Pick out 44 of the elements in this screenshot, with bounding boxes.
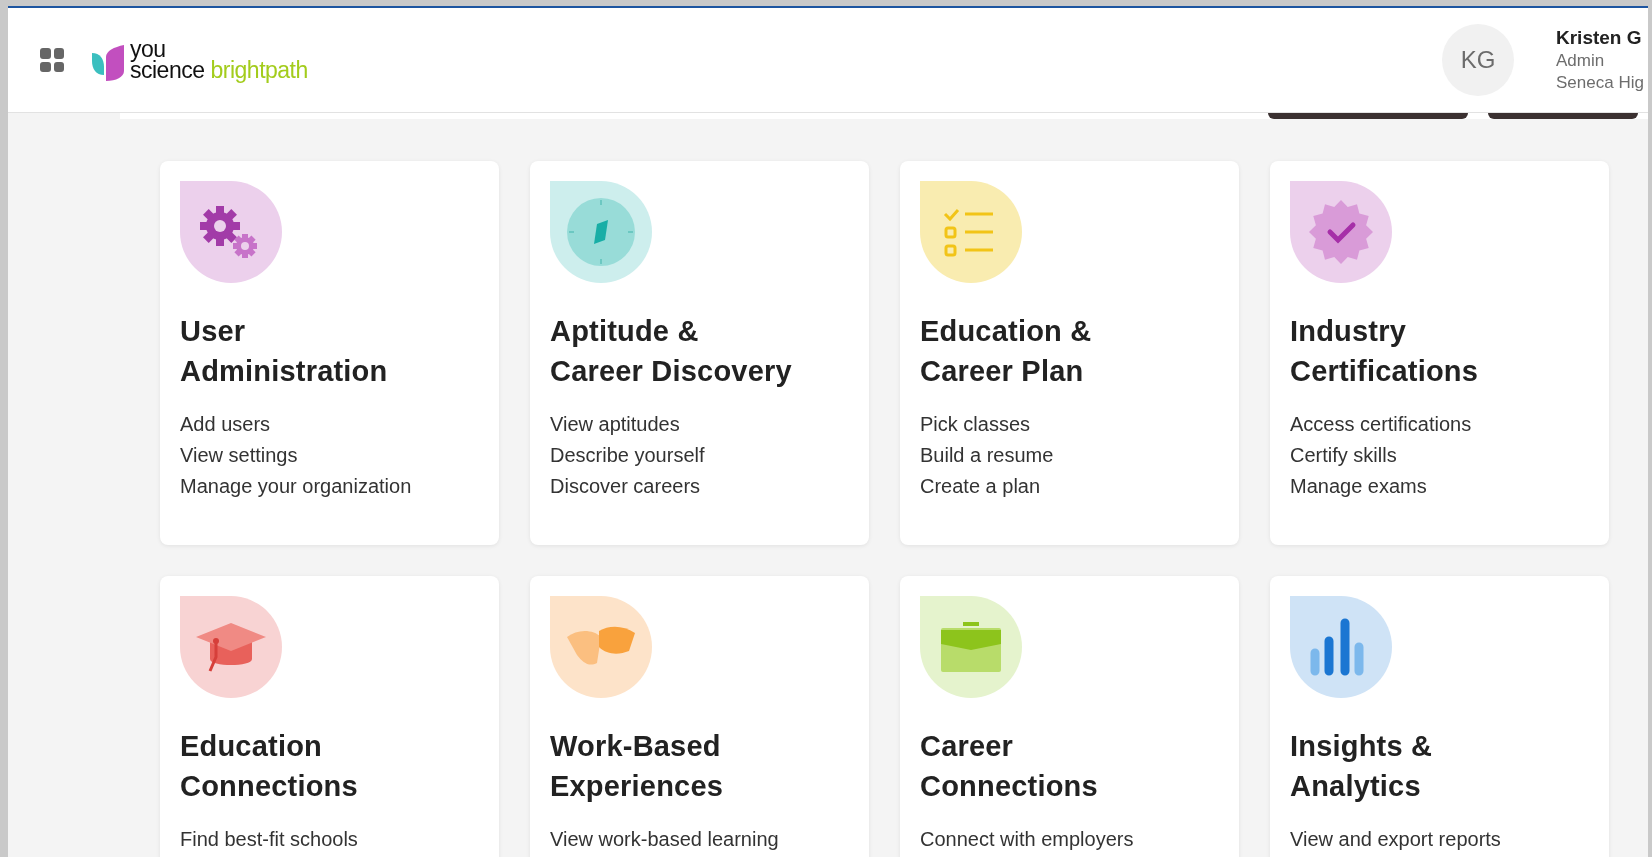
card-item: Manage your organization bbox=[180, 474, 413, 499]
leaf-logo-icon bbox=[92, 45, 124, 81]
card-item: Find best-fit schools bbox=[180, 827, 359, 852]
card-item: View and export reports bbox=[1290, 827, 1502, 852]
feature-card[interactable]: Education & Career Plan Pick classes Build a resume Create a plan bbox=[900, 161, 1239, 545]
card-item: View settings bbox=[180, 443, 299, 468]
feature-card[interactable]: Career Connections Connect with employers bbox=[900, 576, 1239, 857]
product-name: brightpath bbox=[210, 60, 308, 81]
card-title: Education & Career Plan bbox=[920, 314, 1093, 389]
card-item: Discover careers bbox=[550, 474, 702, 499]
card-title: Aptitude & Career Discovery bbox=[550, 314, 793, 389]
compass-icon bbox=[565, 196, 637, 268]
feature-card[interactable]: User Administration Add users View settings Manage your organization bbox=[160, 161, 499, 545]
card-item: Manage exams bbox=[1290, 474, 1428, 499]
feature-card[interactable]: Aptitude & Career Discovery View aptitudes Describe yourself Discover careers bbox=[530, 161, 869, 545]
feature-card[interactable]: Education Connections Find best-fit schools bbox=[160, 576, 499, 857]
user-avatar[interactable]: KG bbox=[1442, 24, 1514, 96]
apps-menu-button[interactable] bbox=[40, 48, 64, 72]
card-title: Work-Based Experiences bbox=[550, 729, 725, 804]
card-item: View work-based learning bbox=[550, 827, 780, 852]
card-item: Build a resume bbox=[920, 443, 1055, 468]
badge-check-icon bbox=[1308, 199, 1374, 265]
card-item: Access certifications bbox=[1290, 412, 1473, 437]
briefcase-icon bbox=[939, 620, 1003, 674]
card-item: Certify skills bbox=[1290, 443, 1398, 468]
logo-text: you bbox=[130, 39, 166, 60]
feature-card[interactable]: Industry Certifications Access certifications Certify skills Manage exams bbox=[1270, 161, 1609, 545]
card-item: View aptitudes bbox=[550, 412, 681, 437]
card-title: User Administration bbox=[180, 314, 389, 389]
card-item: Connect with employers bbox=[920, 827, 1135, 852]
feature-card[interactable]: Insights & Analytics View and export reports bbox=[1270, 576, 1609, 857]
card-item: Add users bbox=[180, 412, 272, 437]
card-title: Career Connections bbox=[920, 729, 1099, 804]
card-title: Industry Certifications bbox=[1290, 314, 1480, 389]
card-title: Education Connections bbox=[180, 729, 359, 804]
user-role: Admin bbox=[1556, 51, 1606, 71]
card-title: Insights & Analytics bbox=[1290, 729, 1434, 804]
card-item: Pick classes bbox=[920, 412, 1032, 437]
user-name: Kristen G bbox=[1556, 27, 1643, 49]
card-item: Describe yourself bbox=[550, 443, 706, 468]
logo-text: science bbox=[130, 60, 205, 81]
feature-card[interactable]: Work-Based Experiences View work-based learning bbox=[530, 576, 869, 857]
card-item: Create a plan bbox=[920, 474, 1042, 499]
user-school: Seneca Hig bbox=[1556, 73, 1645, 93]
